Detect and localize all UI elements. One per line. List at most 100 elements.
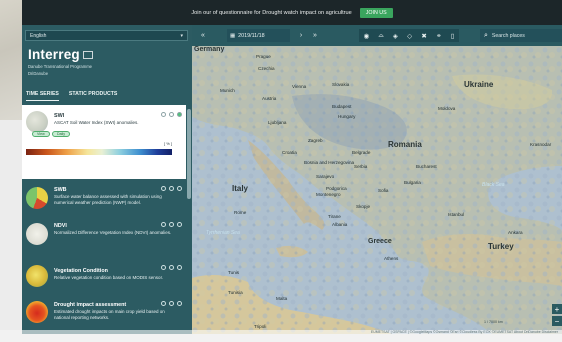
product-tabs: TIME SERIES STATIC PRODUCTS — [22, 88, 192, 101]
info-icon[interactable] — [161, 112, 166, 117]
layer-title: Vegetation Condition — [54, 268, 108, 274]
map-label-turkey: Turkey — [488, 242, 514, 251]
language-select[interactable]: English ▾ — [25, 30, 188, 41]
map-label-sarajevo: Sarajevo — [316, 174, 335, 179]
view-chip[interactable]: View — [32, 131, 50, 137]
map-label-munich: Munich — [220, 88, 235, 93]
map-label-slovakia: Slovakia — [332, 82, 350, 87]
toggle-off-icon[interactable] — [177, 301, 182, 306]
map-label-italy: Italy — [232, 184, 249, 193]
map-label-tripoli: Tripoli — [254, 324, 267, 329]
map-attribution: EUMETSAT | GSPACE | ©GoogleMaps ©Osmand … — [22, 330, 562, 334]
tab-static-products[interactable]: STATIC PRODUCTS — [69, 88, 118, 101]
previous-date-button[interactable]: « — [198, 29, 208, 42]
layer-list-inactive: SWB Surface water balance assessed with … — [22, 179, 186, 334]
map-label-black-sea: Black Sea — [482, 182, 505, 188]
settings-icon[interactable] — [169, 112, 174, 117]
map-label-ukraine: Ukraine — [464, 80, 494, 89]
swi-thumbnail — [26, 111, 48, 133]
search-input[interactable]: Search places — [492, 33, 525, 39]
scale-bar: 1 / 7000 km — [484, 320, 503, 324]
info-icon[interactable] — [161, 222, 166, 227]
map-label-tirane: Tirane — [328, 214, 341, 219]
tab-time-series[interactable]: TIME SERIES — [26, 88, 59, 101]
layer-controls — [161, 265, 182, 270]
compare-icon[interactable]: ◇ — [407, 32, 412, 40]
map-label-zagreb: Zagreb — [308, 138, 323, 143]
last-date-button[interactable]: » — [310, 29, 320, 42]
scrollbar-thumb[interactable] — [187, 109, 191, 199]
layer-item-swi[interactable]: SWI ASCAT Soil Water Index (SWI) anomali… — [22, 105, 186, 179]
locate-icon[interactable]: ◉ — [364, 32, 370, 40]
map-label-krasnodar: Krasnodar — [530, 142, 552, 147]
search-box[interactable]: ⌕ Search places — [480, 29, 562, 42]
brand-project: DriDanube — [28, 71, 49, 76]
chart-icon[interactable]: ⌓ — [379, 32, 384, 40]
map-label-bosnia: Bosnia and Herzegovina — [304, 160, 355, 165]
toggle-on-icon[interactable] — [177, 112, 182, 117]
map-label-czechia: Czechia — [258, 66, 275, 71]
info-icon[interactable] — [161, 186, 166, 191]
layer-description: Surface water balance assessed with simu… — [54, 194, 162, 205]
settings-icon[interactable] — [169, 222, 174, 227]
settings-icon[interactable] — [169, 265, 174, 270]
layer-description: Estimated drought impacts on main crop y… — [54, 309, 165, 320]
eu-flag-icon — [82, 50, 93, 59]
settings-icon[interactable] — [169, 186, 174, 191]
layer-title: NDVI — [54, 223, 67, 229]
map-view[interactable]: Germany Prague Czechia Vienna Munich Aus… — [192, 46, 562, 334]
map-label-croatia: Croatia — [282, 150, 297, 155]
drought-impact-thumbnail — [26, 301, 48, 323]
tools-icon[interactable]: ✖ — [421, 32, 426, 40]
map-label-montenegro: Montenegro — [316, 192, 341, 197]
layer-description: ASCAT Soil Water Index (SWI) anomalies. — [54, 120, 139, 125]
language-value: English — [30, 32, 47, 39]
map-label-ljubljana: Ljubljana — [268, 120, 287, 125]
info-icon[interactable] — [161, 301, 166, 306]
layer-item-drought-impact[interactable]: Drought impact assessment Estimated drou… — [22, 299, 186, 333]
map-label-istanbul: Istanbul — [448, 212, 465, 217]
map-label-rome: Rome — [234, 210, 247, 215]
layer-description: Relative vegetation condition based on M… — [54, 275, 164, 280]
toggle-off-icon[interactable] — [177, 222, 182, 227]
toggle-off-icon[interactable] — [177, 186, 182, 191]
app-window: Join our of questionnaire for Drought wa… — [22, 0, 562, 334]
announcement-banner: Join our of questionnaire for Drought wa… — [22, 0, 562, 25]
layer-title: Drought impact assessment — [54, 302, 127, 308]
zoom-out-button[interactable]: − — [552, 316, 562, 326]
info-icon[interactable] — [161, 265, 166, 270]
sidebar-toggle-icon[interactable]: ▯ — [451, 32, 455, 40]
layer-item-ndvi[interactable]: NDVI Normalized Difference Vegetation In… — [22, 221, 186, 253]
map-label-serbia: Serbia — [354, 164, 368, 169]
date-picker[interactable]: ▦ 2019/11/18 — [227, 29, 290, 42]
map-label-greece: Greece — [368, 238, 392, 245]
layer-controls — [161, 112, 182, 117]
layer-list: SWI ASCAT Soil Water Index (SWI) anomali… — [22, 105, 192, 334]
map-label-podgorica: Podgorica — [326, 186, 347, 191]
layer-controls — [161, 301, 182, 306]
map-label-hungary: Hungary — [338, 114, 356, 119]
map-label-ankara: Ankara — [508, 230, 523, 235]
layer-title: SWI — [54, 113, 65, 119]
map-label-tunisia: Tunisia — [228, 290, 243, 295]
daily-chip[interactable]: Daily — [52, 131, 70, 137]
map-label-bucharest: Bucharest — [416, 164, 437, 169]
vegetation-thumbnail — [26, 265, 48, 287]
layer-controls — [161, 186, 182, 191]
layer-item-vegetation-condition[interactable]: Vegetation Condition Relative vegetation… — [22, 263, 186, 295]
share-icon[interactable]: ⚭ — [436, 32, 441, 40]
map-label-romania: Romania — [388, 140, 422, 149]
map-label-tunis: Tunis — [228, 270, 240, 275]
next-date-button[interactable]: › — [296, 29, 306, 42]
layer-item-swb[interactable]: SWB Surface water balance assessed with … — [22, 185, 186, 219]
map-label-belgrade: Belgrade — [352, 150, 371, 155]
zoom-in-button[interactable]: + — [552, 304, 562, 314]
settings-icon[interactable] — [169, 301, 174, 306]
legend-unit: [ % ] — [164, 141, 173, 146]
swb-thumbnail — [26, 187, 48, 209]
map-label-albania: Albania — [332, 222, 348, 227]
join-us-button[interactable]: JOIN US — [359, 7, 393, 18]
current-date: 2019/11/18 — [238, 32, 265, 39]
toggle-off-icon[interactable] — [177, 265, 182, 270]
layers-icon[interactable]: ◈ — [393, 32, 398, 40]
